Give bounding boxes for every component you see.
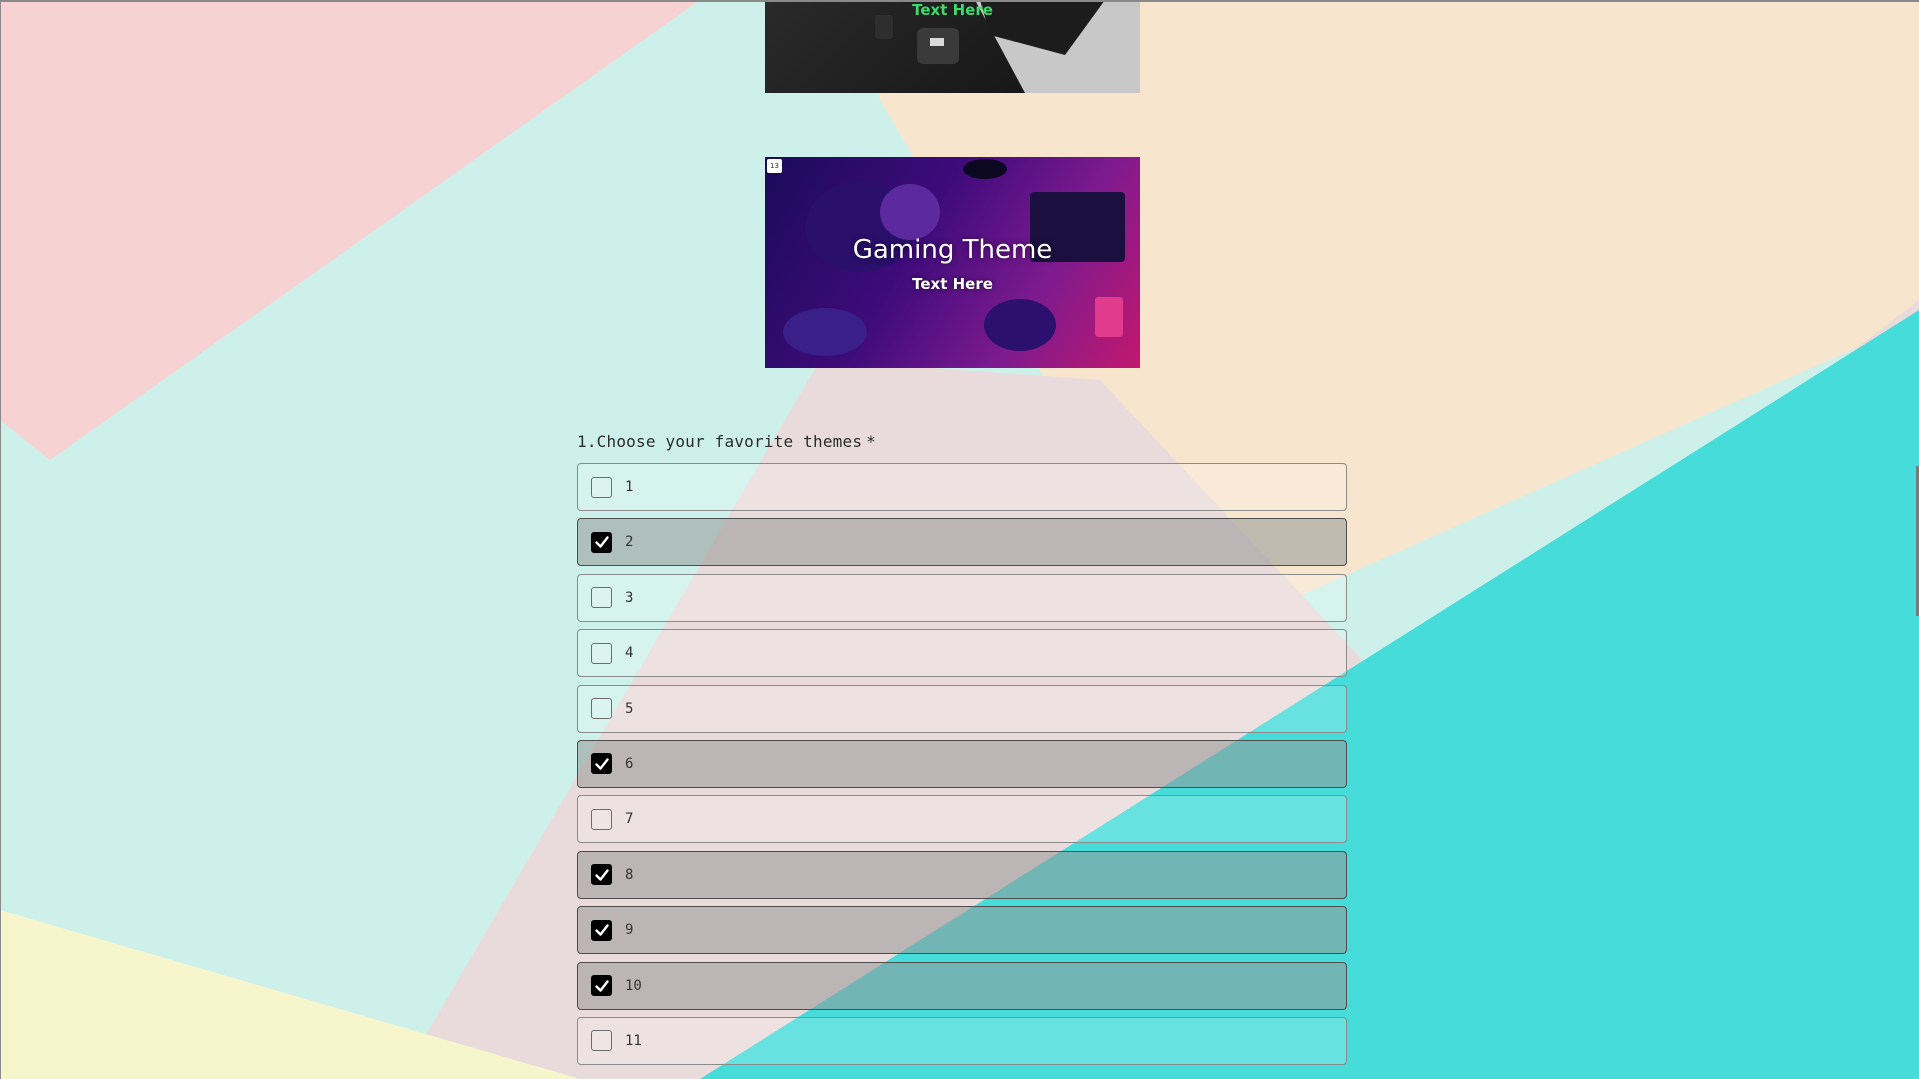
option-row[interactable]: 6 xyxy=(577,739,1347,788)
option-label: 11 xyxy=(625,1032,642,1049)
option-row[interactable]: 2 xyxy=(577,518,1347,567)
checkmark-icon xyxy=(594,979,609,992)
checkbox-checked[interactable] xyxy=(591,531,612,553)
laptop-theme-card[interactable]: Text Here xyxy=(765,0,1140,93)
option-row[interactable]: 7 xyxy=(577,795,1347,844)
laptop-card-subtitle: Text Here xyxy=(912,1,993,19)
checkmark-icon xyxy=(594,869,609,881)
question-title: 1.Choose your favorite themes * xyxy=(577,432,876,451)
option-label: 7 xyxy=(625,811,634,828)
checkbox-unchecked[interactable] xyxy=(591,587,612,609)
gaming-theme-card[interactable]: 13 Gaming Theme Text Here xyxy=(765,157,1140,368)
options-list: 1 2 3 4 5 6 7 8 9 10 11 xyxy=(577,463,1347,1072)
checkbox-unchecked[interactable] xyxy=(591,698,612,720)
checkmark-icon xyxy=(594,536,609,549)
checkbox-checked[interactable] xyxy=(591,753,612,775)
checkbox-unchecked[interactable] xyxy=(591,642,612,664)
option-row[interactable]: 8 xyxy=(577,850,1347,899)
checkbox-checked[interactable] xyxy=(591,864,612,886)
checkmark-icon xyxy=(594,924,609,936)
option-label: 4 xyxy=(625,645,634,662)
checkbox-unchecked[interactable] xyxy=(591,476,612,498)
checkbox-checked[interactable] xyxy=(591,975,612,997)
option-row[interactable]: 10 xyxy=(577,961,1347,1010)
option-row[interactable]: 9 xyxy=(577,906,1347,955)
option-label: 9 xyxy=(625,922,634,939)
window-left-border xyxy=(0,0,1,1079)
required-marker: * xyxy=(866,432,877,451)
option-label: 3 xyxy=(625,589,634,606)
checkbox-unchecked[interactable] xyxy=(591,1030,612,1052)
question-number: 1. xyxy=(577,432,597,451)
window-top-border xyxy=(0,0,1919,2)
question-label: Choose your favorite themes xyxy=(596,432,863,451)
option-label: 8 xyxy=(625,866,634,883)
option-row[interactable]: 11 xyxy=(577,1016,1347,1065)
option-row[interactable]: 1 xyxy=(577,463,1347,511)
option-label: 1 xyxy=(625,479,634,495)
option-row[interactable]: 5 xyxy=(577,684,1347,733)
checkbox-checked[interactable] xyxy=(591,919,612,941)
option-row[interactable]: 4 xyxy=(577,629,1347,678)
gaming-card-subtitle: Text Here xyxy=(912,275,993,293)
option-label: 6 xyxy=(625,755,634,772)
card-badge: 13 xyxy=(767,159,782,173)
option-label: 10 xyxy=(625,977,642,994)
option-row[interactable]: 3 xyxy=(577,573,1347,622)
checkbox-unchecked[interactable] xyxy=(591,808,612,830)
option-label: 5 xyxy=(625,700,634,717)
checkmark-icon xyxy=(594,758,609,770)
option-label: 2 xyxy=(625,534,634,551)
gaming-card-title: Gaming Theme xyxy=(852,235,1053,265)
